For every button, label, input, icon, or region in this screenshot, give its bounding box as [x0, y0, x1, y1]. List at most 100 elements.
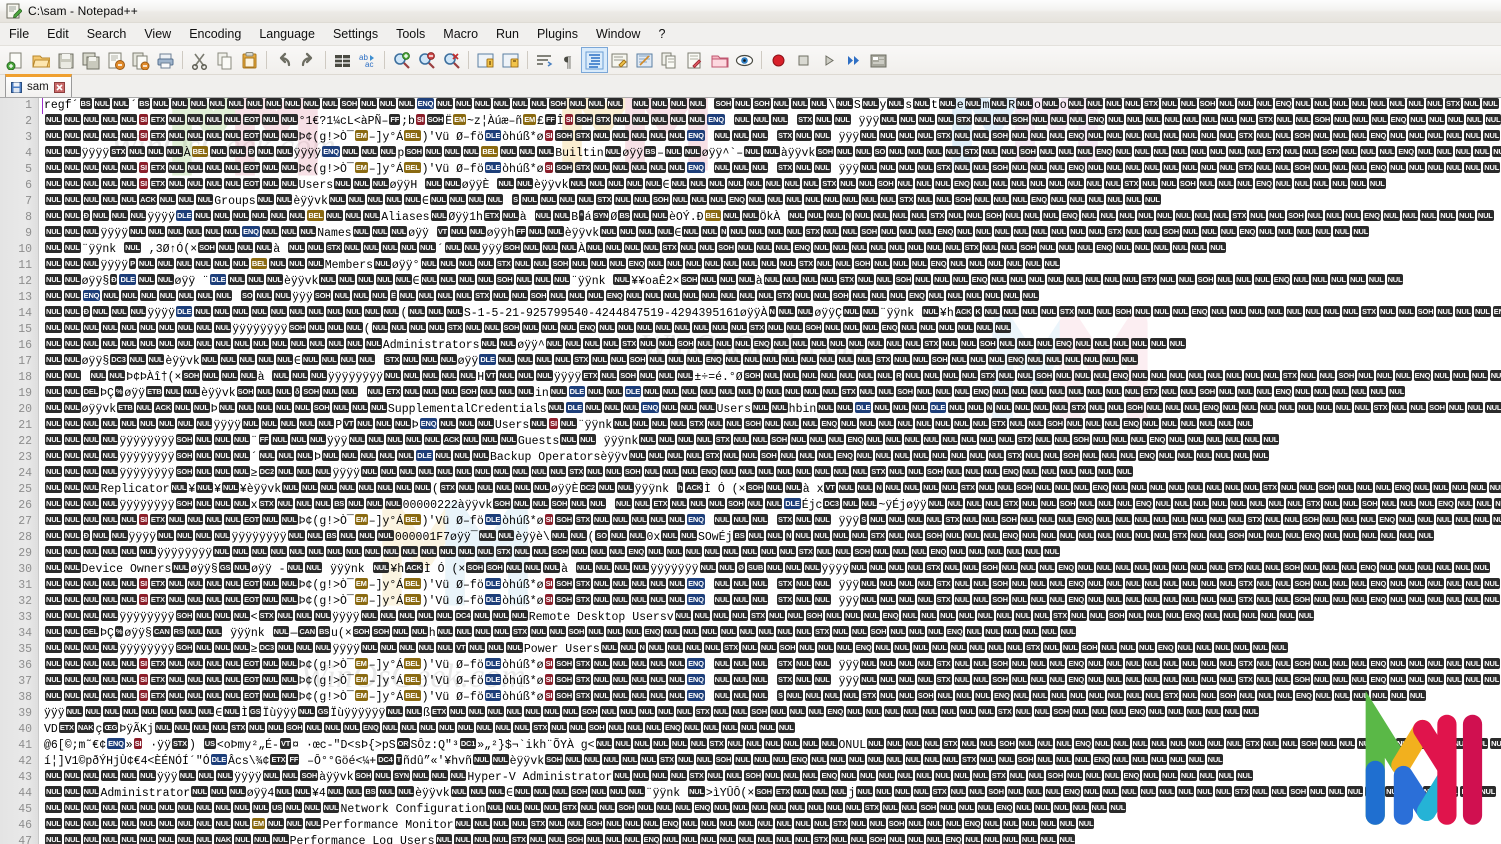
line-number: 1: [25, 99, 32, 112]
toolbar-separator: [761, 51, 762, 69]
window-title: C:\sam - Notepad++: [28, 4, 138, 18]
line-number: 9: [25, 227, 32, 240]
code-line: NUL NUL NUL NUL ÿÿÿÿÿÿÿÿ SOH NUL NUL NUL < STX NUL N…: [45, 610, 1315, 624]
menu-edit[interactable]: Edit: [38, 24, 78, 45]
tab-sam[interactable]: sam: [5, 74, 72, 97]
line-number: 4: [25, 147, 32, 160]
save-icon[interactable]: [53, 48, 78, 72]
folder-as-workspace-icon[interactable]: [707, 48, 732, 72]
menu-macro[interactable]: Macro: [434, 24, 487, 45]
play-macro-icon[interactable]: [816, 48, 841, 72]
line-number: 45: [18, 803, 32, 816]
code-line: regf´ BS NUL NUL ´ BS NUL NUL NUL NUL NUL NUL NUL NUL…: [44, 98, 1501, 114]
code-line: NUL NUL NUL ÿÿÿÿ P NUL NUL NUL NUL NUL NUL BEL NUL NU…: [45, 258, 1061, 272]
new-file-icon[interactable]: [3, 48, 28, 72]
menu-search[interactable]: Search: [78, 24, 136, 45]
line-number: 18: [18, 371, 32, 384]
zoom-out-icon[interactable]: [414, 48, 439, 72]
copy-icon[interactable]: [212, 48, 237, 72]
code-line: NUL NUL NUL NUL NUL NUL NUL NUL NUL NUL ÿÿÿÿÿÿÿÿ SO…: [45, 322, 1012, 336]
line-number: 11: [18, 259, 32, 272]
line-number: 30: [18, 563, 32, 576]
replace-icon[interactable]: ab ac: [355, 48, 380, 72]
word-wrap-icon[interactable]: [532, 48, 557, 72]
code-line: NUL NUL NUL ÿÿÿÿ NUL NUL NUL NUL NUL NUL ENQ NUL NUL…: [45, 226, 1370, 240]
code-line: NUL NUL NUL NUL NUL SI ETX NUL NUL NUL NUL EOT NUL NU…: [45, 658, 1501, 672]
close-file-icon[interactable]: [103, 48, 128, 72]
sync-horizontal-scroll-icon[interactable]: [498, 48, 523, 72]
zoom-in-icon[interactable]: [389, 48, 414, 72]
code-line: NUL NUL NUL NUL NUL SI ETX NUL NUL NUL NUL EOT NUL NU…: [45, 690, 1426, 704]
record-macro-icon[interactable]: [766, 48, 791, 72]
code-line: NUL NUL NUL NUL ÿÿÿÿÿÿÿÿ SOH NUL NUL NUL ¨ FF NUL NU…: [45, 434, 1280, 448]
show-all-characters-icon[interactable]: ¶: [557, 48, 582, 72]
paste-icon[interactable]: [237, 48, 262, 72]
menu-tools[interactable]: Tools: [387, 24, 434, 45]
toolbar-separator: [468, 51, 469, 69]
menu-help[interactable]: ?: [649, 24, 674, 45]
zoom-restore-icon[interactable]: [439, 48, 464, 72]
code-line: NUL NUL NUL NUL NUL SI ETX NUL NUL NUL NUL EOT NUL NU…: [45, 178, 1386, 192]
tab-label: sam: [27, 81, 49, 93]
menu-language[interactable]: Language: [250, 24, 324, 45]
toolbar-separator: [527, 51, 528, 69]
line-number: 46: [18, 819, 32, 832]
code-line: NUL NUL NUL NUL NUL SI ETX NUL NUL NUL NUL EOT NUL NU…: [45, 578, 1501, 592]
line-number: 44: [18, 787, 32, 800]
monitoring-icon[interactable]: [732, 48, 757, 72]
line-number: 10: [18, 243, 32, 256]
user-defined-dialog-icon[interactable]: [607, 48, 632, 72]
toolbar-separator: [182, 51, 183, 69]
line-number: 43: [18, 771, 32, 784]
toolbar-separator: [325, 51, 326, 69]
redo-icon[interactable]: [296, 48, 321, 72]
menu-view[interactable]: View: [135, 24, 180, 45]
line-number: 19: [18, 387, 32, 400]
stop-macro-icon[interactable]: [791, 48, 816, 72]
find-icon[interactable]: [330, 48, 355, 72]
code-line: NUL NUL NUL NUL NUL SI ETX NUL NUL NUL NUL EOT NUL NU…: [45, 130, 1501, 144]
code-line: NUL NUL NUL Administrator NUL NUL NUL øÿÿ4 NUL NU…: [45, 786, 1497, 800]
line-number: 12: [18, 275, 32, 288]
close-icon[interactable]: [53, 81, 65, 93]
code-line: NUL NUL NUL NUL NUL NUL NUL NUL NUL NAK NUL NUL NUL P…: [45, 834, 1076, 844]
menu-file[interactable]: File: [0, 24, 38, 45]
sync-vertical-scroll-icon[interactable]: [473, 48, 498, 72]
title-bar: C:\sam - Notepad++: [0, 0, 1501, 23]
line-number: 8: [25, 211, 32, 224]
menu-bar: File Edit Search View Encoding Language …: [0, 23, 1501, 46]
code-line: @6[©;m˜€¢ ENQ» SI ·ÿÿ STX) US <oÞmy²„É- VT ¤ ·…: [44, 738, 1501, 754]
code-line: í¦]V1©pðÝHjÙ¢€4<ÈÉNÓÍ´"Ó DLE Âcs\¾¢ ETX FF –…: [44, 754, 1224, 768]
open-file-icon[interactable]: [28, 48, 53, 72]
menu-run[interactable]: Run: [487, 24, 528, 45]
save-all-icon[interactable]: [78, 48, 103, 72]
run-macro-multiple-icon[interactable]: [841, 48, 866, 72]
line-number: 41: [18, 739, 32, 752]
indent-guide-icon[interactable]: [581, 47, 608, 73]
code-line: NUL NUL ENQ NUL NUL NUL NUL NUL NUL NUL SO NUL NUL ÿ…: [45, 290, 1039, 304]
notepadpp-window: C:\sam - Notepad++ File Edit Search View…: [0, 0, 1501, 844]
code-line: NUL NUL Ð NUL NUL ÿÿÿÿ NUL NUL NUL NUL ÿÿÿÿÿÿÿÿ NUL…: [45, 530, 1435, 544]
menu-encoding[interactable]: Encoding: [180, 24, 250, 45]
print-icon[interactable]: [153, 48, 178, 72]
line-number: 35: [18, 643, 32, 656]
code-text-content[interactable]: regf´ BS NUL NUL ´ BS NUL NUL NUL NUL NUL NUL NUL NUL…: [44, 98, 1501, 844]
menu-plugins[interactable]: Plugins: [528, 24, 587, 45]
editor-area[interactable]: WinOsGeek.com WinOsGeek.com WinOsGeek.co…: [0, 98, 1501, 844]
document-map-icon[interactable]: [632, 48, 657, 72]
cut-icon[interactable]: [187, 48, 212, 72]
code-line: NUL NUL NUL NUL NUL NUL NUL NUL NUL NUL NUL NUL NUL N…: [45, 338, 1186, 352]
code-line: NUL NUL DEL ÞÇ% øÿÿ ETB NUL NUL èÿÿvk SOH NUL NUL δ S…: [45, 386, 1406, 400]
toolbar-separator: [384, 51, 385, 69]
close-all-icon[interactable]: [128, 48, 153, 72]
document-switcher-icon[interactable]: [682, 48, 707, 72]
undo-icon[interactable]: [271, 48, 296, 72]
line-number: 34: [18, 627, 32, 640]
menu-settings[interactable]: Settings: [324, 24, 387, 45]
function-list-icon[interactable]: [657, 48, 682, 72]
code-line: NUL NUL NUL NUL NUL NUL ÿÿÿ NUL NUL NUL ÿÿÿÿ NUL NUL…: [45, 770, 1254, 784]
code-line: NUL NUL NUL NUL ÿÿÿÿÿÿÿÿ SOH NUL NUL NUL ≥ DC3 NUL N…: [45, 642, 1288, 656]
run-dialog-icon[interactable]: [866, 48, 891, 72]
menu-window[interactable]: Window: [587, 24, 649, 45]
line-number: 13: [18, 291, 32, 304]
